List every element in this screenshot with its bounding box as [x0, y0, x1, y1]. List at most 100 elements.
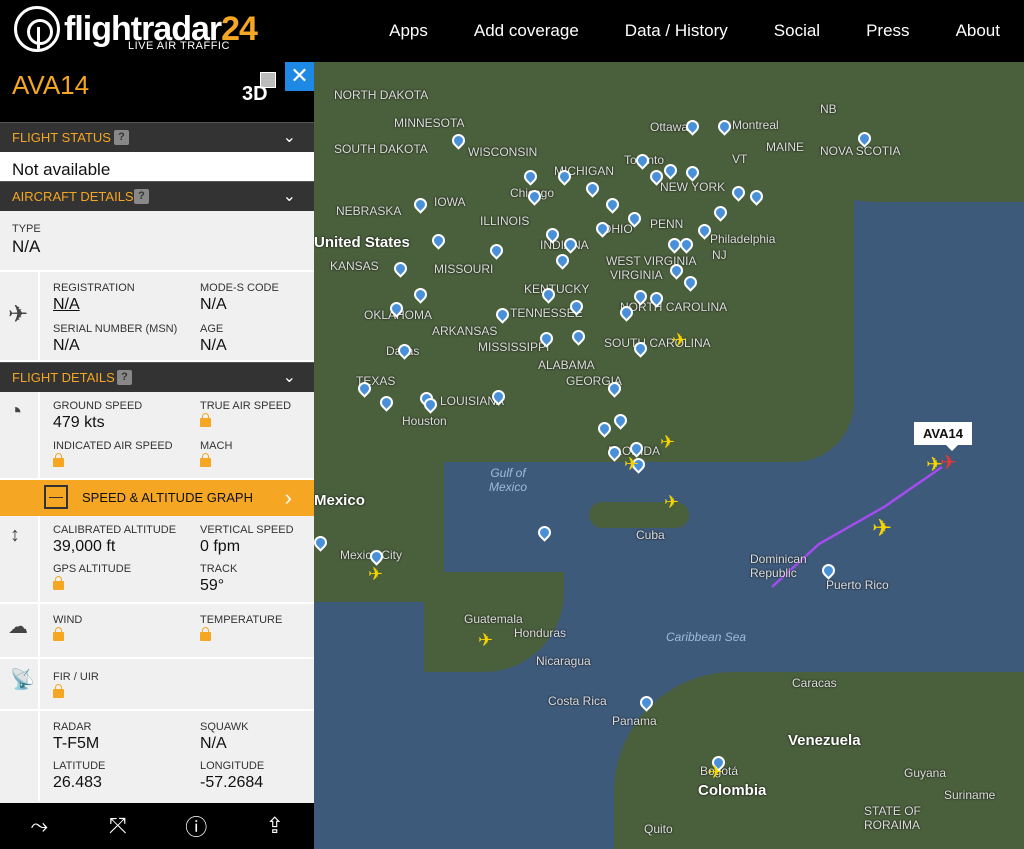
map-label: ILLINOIS [480, 214, 530, 228]
map-label: Costa Rica [548, 694, 607, 708]
map-view[interactable]: NORTH DAKOTA MINNESOTA SOUTH DAKOTA WISC… [314, 62, 1024, 849]
section-title: AIRCRAFT DETAILS [12, 189, 134, 204]
panel-header: AVA14 3D ✕ [0, 62, 314, 122]
close-panel-button[interactable]: ✕ [285, 62, 314, 91]
modes-value: N/A [200, 296, 227, 313]
aircraft-icon[interactable]: ✈ [872, 514, 892, 543]
view-3d-label: 3D [242, 83, 268, 105]
map-label: Houston [402, 414, 447, 428]
map-label: MISSISSIPPI [478, 340, 550, 354]
registration-value[interactable]: N/A [53, 296, 198, 314]
aircraft-type-row: TYPE N/A [0, 211, 314, 272]
map-label: KENTUCKY [524, 282, 590, 296]
true-air-speed-label: TRUE AIR SPEED [200, 400, 292, 412]
squawk-value: N/A [200, 735, 227, 752]
aircraft-icon[interactable]: ✈ [672, 330, 687, 351]
close-icon: ✕ [290, 63, 309, 88]
view-3d-button[interactable]: 3D [242, 72, 276, 106]
map-label: MISSOURI [434, 262, 494, 276]
nav-add-coverage[interactable]: Add coverage [474, 21, 579, 41]
squawk-label: SQUAWK [200, 721, 249, 733]
help-icon[interactable]: ? [114, 130, 129, 145]
map-label: WEST VIRGINIA [606, 254, 697, 268]
type-label: TYPE [12, 223, 41, 235]
weather-row: ☁ WIND TEMPERATURE [0, 604, 314, 659]
lock-icon[interactable] [200, 453, 211, 467]
aircraft-icon[interactable]: ✈ [368, 564, 383, 585]
chevron-down-icon: ⌄ [282, 188, 296, 205]
aircraft-icon[interactable]: ✈ [708, 762, 723, 783]
top-bar: flightradar24 LIVE AIR TRAFFIC Apps Add … [0, 0, 1024, 62]
speedometer-icon: ◔ [0, 392, 40, 478]
help-icon[interactable]: ? [117, 370, 132, 385]
track-value: 59° [200, 577, 225, 594]
map-label: STATE OF RORAIMA [864, 804, 921, 832]
lock-icon[interactable] [53, 453, 64, 467]
cal-alt-label: CALIBRATED ALTITUDE [53, 524, 177, 536]
lock-icon[interactable] [53, 576, 64, 590]
weather-icon: ☁ [0, 604, 40, 657]
route-icon[interactable]: ⤳ [19, 813, 59, 839]
callsign: AVA14 [12, 70, 90, 100]
map-label: SOUTH CAROLINA [604, 336, 711, 350]
map-label: Philadelphia [710, 232, 776, 246]
aircraft-icon[interactable]: ✈ [478, 630, 493, 651]
map-label: Gulf of Mexico [488, 466, 527, 494]
lock-icon[interactable] [53, 684, 64, 698]
nav-apps[interactable]: Apps [389, 21, 428, 41]
registration-label: REGISTRATION [53, 282, 135, 294]
flight-details-header[interactable]: FLIGHT DETAILS ? ⌄ [0, 362, 314, 392]
ground-speed-label: GROUND SPEED [53, 400, 143, 412]
map-label: NOVA SCOTIA [820, 144, 901, 158]
ground-speed-value: 479 kts [53, 414, 105, 431]
help-icon[interactable]: ? [134, 189, 149, 204]
fit-view-icon[interactable]: ⤧ [98, 813, 138, 839]
nav-about[interactable]: About [956, 21, 1000, 41]
aircraft-details-header[interactable]: AIRCRAFT DETAILS ? ⌄ [0, 181, 314, 211]
bottom-toolbar: ⤳ ⤧ ⓘ ⇪ [0, 803, 314, 849]
longitude-value: -57.2684 [200, 774, 264, 791]
map-label: VIRGINIA [610, 268, 663, 282]
aircraft-icon[interactable]: ✈ [660, 432, 675, 453]
nav-press[interactable]: Press [866, 21, 909, 41]
nav-social[interactable]: Social [774, 21, 820, 41]
map-label: Caribbean Sea [666, 630, 747, 644]
map-label: NORTH DAKOTA [334, 88, 429, 102]
serial-label: SERIAL NUMBER (MSN) [53, 323, 178, 335]
track-label: TRACK [200, 563, 238, 575]
alert-icon[interactable]: ⓘ [176, 810, 216, 842]
latitude-value: 26.483 [53, 774, 102, 791]
speed-altitude-graph-button[interactable]: SPEED & ALTITUDE GRAPH › [0, 480, 314, 516]
map-label: Caracas [792, 676, 837, 690]
aircraft-icon[interactable]: ✈ [624, 454, 639, 475]
chevron-down-icon: ⌄ [282, 129, 296, 146]
lock-icon[interactable] [200, 413, 211, 427]
flight-status-header[interactable]: FLIGHT STATUS ? ⌄ [0, 122, 314, 152]
map-label: Ottawa [650, 120, 689, 134]
map-label: ALABAMA [538, 358, 595, 372]
aircraft-icon[interactable]: ✈ [664, 492, 679, 513]
lock-icon[interactable] [53, 627, 64, 641]
ias-label: INDICATED AIR SPEED [53, 440, 173, 452]
altitude-icon: ↕ [0, 516, 40, 602]
share-icon[interactable]: ⇪ [255, 813, 295, 839]
gps-alt-label: GPS ALTITUDE [53, 563, 132, 575]
map-label: Honduras [514, 626, 567, 640]
map-label: Cuba [636, 528, 665, 542]
chevron-down-icon: ⌄ [282, 369, 296, 386]
fir-label: FIR / UIR [53, 671, 99, 683]
section-title: FLIGHT STATUS [12, 130, 111, 145]
radar-value: T-F5M [53, 735, 100, 752]
nav-data-history[interactable]: Data / History [625, 21, 728, 41]
map-label: Panama [612, 714, 657, 728]
flight-panel: AVA14 3D ✕ FLIGHT STATUS ? ⌄ Not availab… [0, 62, 314, 849]
map-label: IOWA [434, 195, 466, 209]
selected-aircraft-icon[interactable]: ✈ [940, 450, 957, 475]
radar-logo-icon [14, 6, 60, 52]
map-label: WISCONSIN [468, 145, 538, 159]
lock-icon[interactable] [200, 627, 211, 641]
section-title: FLIGHT DETAILS [12, 370, 115, 385]
graph-icon [44, 485, 68, 509]
selected-flight-tag[interactable]: AVA14 [914, 422, 972, 451]
map-label: Quito [644, 822, 673, 836]
